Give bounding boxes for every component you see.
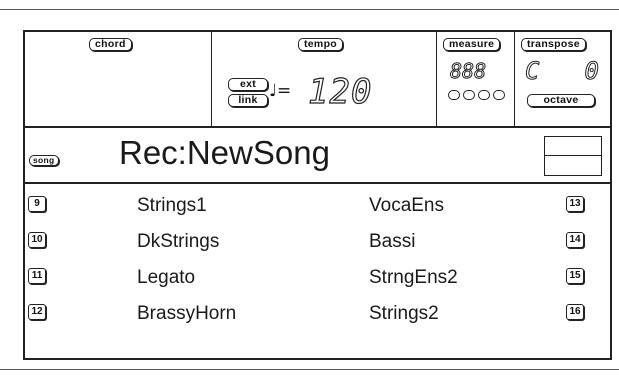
track-name[interactable]: BrassyHorn bbox=[137, 302, 236, 326]
status-bar: chord tempo ext link ♩= 120 measure 888 … bbox=[25, 32, 610, 128]
transpose-label: transpose bbox=[521, 38, 586, 51]
octave-label: octave bbox=[527, 94, 595, 107]
transpose-amount: 0 bbox=[584, 57, 599, 85]
lcd-display: chord tempo ext link ♩= 120 measure 888 … bbox=[23, 30, 612, 360]
track-name[interactable]: Strings2 bbox=[369, 302, 439, 326]
track-row: 9 Strings1 VocaEns 13 bbox=[25, 194, 610, 218]
beat-indicator bbox=[478, 90, 490, 100]
transpose-key: C bbox=[524, 57, 540, 85]
track-name[interactable]: StrngEns2 bbox=[369, 266, 458, 290]
page-selector-upper[interactable] bbox=[545, 137, 601, 156]
track-number[interactable]: 14 bbox=[566, 232, 584, 248]
bottom-rule bbox=[0, 369, 619, 370]
track-name[interactable]: Legato bbox=[137, 266, 195, 290]
transpose-cell[interactable]: transpose C 0 octave bbox=[515, 32, 610, 126]
track-name[interactable]: Bassi bbox=[369, 230, 415, 254]
title-bar: song Rec:NewSong bbox=[25, 126, 610, 184]
page-title: Rec:NewSong bbox=[119, 134, 330, 171]
track-number[interactable]: 10 bbox=[28, 232, 46, 248]
beat-indicator bbox=[463, 90, 475, 100]
track-row: 10 DkStrings Bassi 14 bbox=[25, 230, 610, 254]
song-mode-label: song bbox=[29, 155, 59, 166]
track-name[interactable]: VocaEns bbox=[369, 194, 444, 218]
track-number[interactable]: 11 bbox=[28, 268, 46, 284]
beat-indicator bbox=[493, 90, 505, 100]
track-name[interactable]: Strings1 bbox=[137, 194, 207, 218]
page-selector-lower[interactable] bbox=[545, 156, 601, 175]
track-name[interactable]: DkStrings bbox=[137, 230, 219, 254]
quarter-note-icon: ♩= bbox=[269, 81, 292, 101]
chord-cell: chord bbox=[25, 32, 212, 126]
ext-label: ext bbox=[228, 78, 268, 91]
track-row: 11 Legato StrngEns2 15 bbox=[25, 266, 610, 290]
track-number[interactable]: 13 bbox=[566, 196, 584, 212]
page-selector-box[interactable] bbox=[544, 136, 602, 176]
top-rule bbox=[0, 9, 619, 10]
measure-cell: measure 888 bbox=[437, 32, 515, 126]
beat-indicator bbox=[448, 90, 460, 100]
transpose-value: C 0 bbox=[524, 57, 599, 85]
track-row: 12 BrassyHorn Strings2 16 bbox=[25, 302, 610, 326]
measure-value: 888 bbox=[449, 59, 487, 83]
measure-label: measure bbox=[443, 38, 501, 51]
link-label: link bbox=[228, 94, 268, 107]
beat-indicators bbox=[448, 90, 505, 100]
tempo-value: 120 bbox=[307, 72, 373, 112]
track-number[interactable]: 9 bbox=[28, 196, 46, 212]
tempo-label: tempo bbox=[298, 38, 343, 51]
track-number[interactable]: 12 bbox=[28, 304, 46, 320]
tempo-cell[interactable]: tempo ext link ♩= 120 bbox=[212, 32, 437, 126]
chord-label: chord bbox=[89, 38, 132, 51]
track-number[interactable]: 16 bbox=[566, 304, 584, 320]
track-number[interactable]: 15 bbox=[566, 268, 584, 284]
